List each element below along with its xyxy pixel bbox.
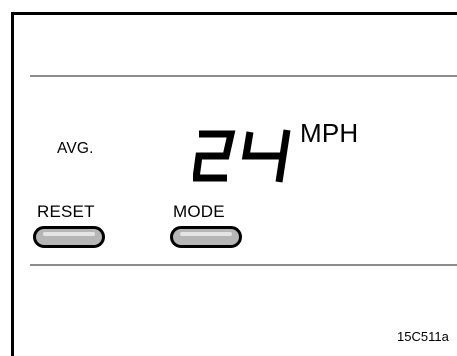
lower-divider (30, 264, 457, 266)
speed-readout (193, 129, 291, 183)
mode-button-label: MODE (173, 202, 225, 221)
upper-divider (30, 75, 457, 77)
reset-button[interactable] (33, 226, 105, 248)
digit-two (193, 130, 236, 182)
speed-unit-label: MPH (300, 118, 359, 148)
avg-label: AVG. (57, 140, 94, 157)
digit-four (241, 129, 291, 183)
reset-button-label: RESET (37, 202, 95, 221)
mode-button[interactable] (170, 226, 242, 248)
figure-code: 15C511a (397, 329, 449, 344)
